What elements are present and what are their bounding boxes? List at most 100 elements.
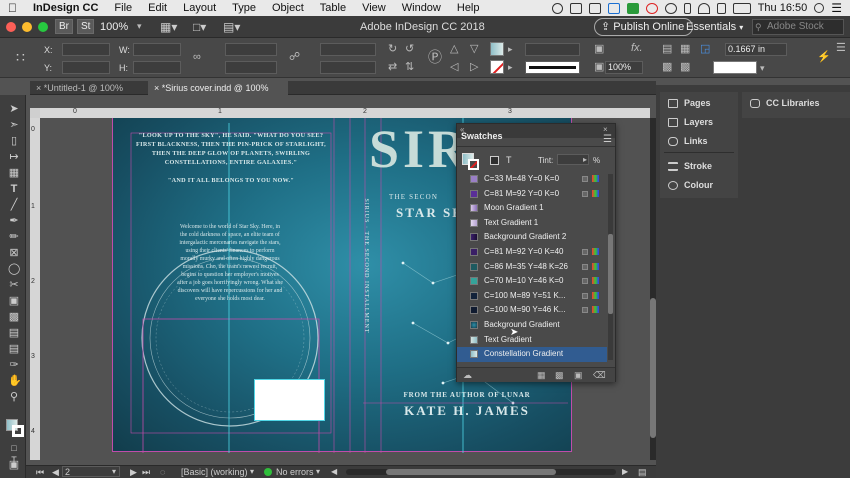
record-icon[interactable] (551, 2, 563, 14)
select-content-icon[interactable]: ▽ (470, 44, 478, 55)
vertical-ruler[interactable]: 0 1 2 3 4 (30, 118, 40, 460)
stroke-chevron-icon[interactable]: ▸ (508, 62, 513, 73)
grid-icon[interactable] (588, 2, 601, 14)
zoom-level-select[interactable]: 100% (100, 21, 128, 33)
swatch-row[interactable]: Background Gradient 2 (457, 230, 607, 245)
spotlight-search-icon[interactable] (814, 3, 825, 13)
master-status[interactable]: [Basic] (working) (181, 467, 248, 477)
line-tool-icon[interactable]: ╱ (8, 199, 20, 211)
menu-layout[interactable]: Layout (175, 2, 224, 14)
swatch-row[interactable]: Moon Gradient 1 (457, 201, 607, 216)
stroke-swatch[interactable] (490, 60, 504, 74)
swatch-row[interactable]: C=86 M=35 Y=48 K=26 (457, 260, 607, 275)
scale-y-field[interactable] (225, 61, 277, 74)
align-icon[interactable]: ▦ (680, 44, 690, 55)
pages-panel-button[interactable]: Pages (668, 98, 711, 108)
swatches-title[interactable]: Swatches (461, 131, 503, 141)
page-chevron-icon[interactable]: ▾ (112, 467, 116, 476)
new-color-group-icon[interactable]: ▩ (555, 370, 564, 381)
stroke-type-select[interactable] (525, 61, 580, 74)
gradient-feather-tool-icon[interactable]: ▤ (8, 327, 20, 339)
bluetooth-icon[interactable] (683, 2, 691, 14)
minimize-window-button[interactable] (22, 21, 32, 32)
arrange-documents-icon[interactable]: ▤▾ (223, 20, 240, 34)
creative-cloud-icon[interactable] (645, 2, 658, 14)
container-toggle-icon[interactable] (490, 156, 499, 165)
rotate-cw-icon[interactable]: ↻ (388, 44, 397, 55)
shear-field[interactable] (320, 61, 376, 74)
close-tab-icon[interactable]: × (154, 83, 162, 93)
fitting-icon[interactable]: ▣ (594, 44, 604, 55)
apple-icon[interactable]:  (0, 1, 25, 15)
swatch-row[interactable]: C=100 M=90 Y=46 K... (457, 303, 607, 318)
swatches-scroll-thumb[interactable] (608, 234, 613, 314)
constrain-proportions-icon[interactable]: ∞ (193, 52, 201, 63)
rotate-ccw-icon[interactable]: ↺ (405, 44, 414, 55)
cc-library-sync-icon[interactable]: ☁ (463, 370, 472, 381)
zoom-window-button[interactable] (38, 21, 48, 32)
selection-tool-icon[interactable]: ➤ (8, 103, 20, 115)
battery-icon[interactable] (732, 2, 751, 14)
flip-vertical-icon[interactable]: ⇅ (405, 62, 414, 73)
direct-selection-tool-icon[interactable]: ➣ (8, 119, 20, 131)
width-field[interactable] (133, 43, 181, 56)
menu-help[interactable]: Help (449, 2, 488, 14)
stroke-panel-button[interactable]: Stroke (668, 161, 712, 171)
menu-object[interactable]: Object (264, 2, 312, 14)
chain-link-icon[interactable]: ☍ (289, 52, 300, 63)
volume-icon[interactable] (716, 2, 726, 14)
new-swatch-icon[interactable]: ▣ (574, 370, 583, 381)
scrollbar-thumb[interactable] (386, 469, 556, 475)
content-collector-icon[interactable]: ▦ (8, 167, 20, 179)
swatch-row[interactable]: Background Gradient (457, 318, 607, 333)
close-panel-icon[interactable]: × (603, 125, 608, 134)
view-options-icon[interactable]: ▦▾ (160, 20, 177, 34)
links-panel-button[interactable]: Links (668, 136, 708, 146)
wifi-icon[interactable] (697, 2, 710, 14)
menu-view[interactable]: View (354, 2, 394, 14)
close-tab-icon[interactable]: × (36, 83, 44, 93)
page-tool-icon[interactable]: ▯ (8, 135, 20, 147)
free-transform-tool-icon[interactable]: ▣ (8, 295, 20, 307)
fill-swatch[interactable] (490, 42, 504, 56)
stroke-weight-field[interactable] (525, 43, 580, 56)
stroke-style-preview[interactable] (713, 61, 757, 74)
fill-stroke-proxy[interactable] (6, 419, 24, 437)
previous-page-icon[interactable]: ◀ (52, 467, 59, 478)
close-window-button[interactable] (6, 21, 16, 32)
bridge-button[interactable]: Br (55, 19, 73, 34)
pencil-tool-icon[interactable]: ✏ (8, 231, 20, 243)
horizontal-ruler[interactable]: 0 1 2 3 (40, 108, 650, 118)
rotation-field[interactable] (320, 43, 376, 56)
stroke-weight-input[interactable]: 0.1667 in (725, 43, 787, 56)
ellipse-tool-icon[interactable]: ◯ (8, 263, 20, 275)
first-page-icon[interactable]: ⏮ (36, 467, 44, 478)
text-toggle-icon[interactable]: T (506, 155, 512, 165)
screen-mode-icon[interactable]: □▾ (193, 20, 206, 34)
quick-apply-icon[interactable]: ⚡ (817, 52, 831, 63)
content-grabber-icon[interactable]: Ⓟ (428, 50, 442, 64)
select-next-icon[interactable]: ▷ (470, 62, 478, 73)
reference-point-icon[interactable]: ∷ (16, 50, 25, 64)
preflight-profile-icon[interactable]: ◌ (160, 467, 165, 477)
cc-libraries-button[interactable]: CC Libraries (750, 98, 820, 108)
flip-horizontal-icon[interactable]: ⇄ (388, 62, 397, 73)
opacity-icon[interactable]: ▣ (594, 62, 604, 73)
delete-swatch-icon[interactable]: ⌫ (593, 370, 606, 381)
scale-percent-field[interactable]: 100% (605, 61, 643, 74)
swatch-row[interactable]: C=81 M=92 Y=0 K=40 (457, 245, 607, 260)
menu-window[interactable]: Window (394, 2, 449, 14)
hand-tool-icon[interactable]: ✋ (8, 375, 22, 387)
stroke-proxy-swatch[interactable] (12, 425, 24, 437)
zoom-chevron-down-icon[interactable]: ▾ (137, 21, 142, 32)
swatch-row[interactable]: C=70 M=10 Y=46 K=0 (457, 274, 607, 289)
menubar-clock[interactable]: Thu 16:50 (758, 2, 808, 14)
control-panel-menu-icon[interactable]: ☰ (836, 43, 846, 54)
swatch-row[interactable]: Text Gradient (457, 333, 607, 348)
swatch-row[interactable]: C=81 M=92 Y=0 K=0 (457, 187, 607, 202)
scissors-tool-icon[interactable]: ✂ (8, 279, 20, 291)
swatch-row[interactable]: Text Gradient 1 (457, 216, 607, 231)
corner-options-icon[interactable]: ◲ (700, 44, 710, 55)
scroll-right-icon[interactable]: ▶ (622, 467, 628, 476)
panel-menu-icon[interactable]: ☰ (603, 134, 612, 145)
